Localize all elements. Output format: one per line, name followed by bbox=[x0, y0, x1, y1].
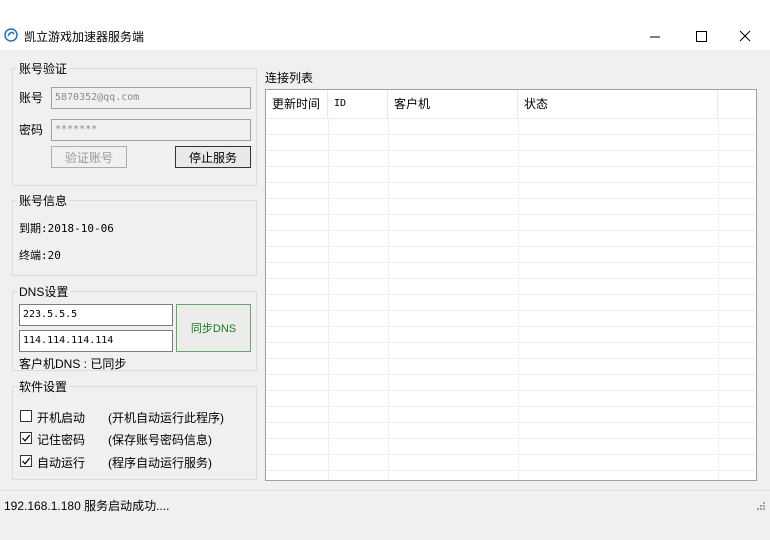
autostart-checkbox[interactable] bbox=[20, 410, 32, 422]
table-row-line bbox=[266, 342, 756, 343]
stop-service-button[interactable]: 停止服务 bbox=[175, 146, 251, 168]
table-row-line bbox=[266, 390, 756, 391]
account-info-legend: 账号信息 bbox=[19, 194, 68, 208]
table-column-line bbox=[328, 118, 329, 480]
table-row-line bbox=[266, 438, 756, 439]
connections-title: 连接列表 bbox=[265, 71, 314, 85]
remember-password-desc: (保存账号密码信息) bbox=[108, 433, 212, 447]
software-settings-legend: 软件设置 bbox=[19, 380, 68, 394]
table-row-line bbox=[266, 278, 756, 279]
table-row-line bbox=[266, 406, 756, 407]
connections-table[interactable]: 更新时间 ID 客户机 状态 bbox=[265, 89, 757, 481]
table-row-line bbox=[266, 230, 756, 231]
app-icon bbox=[4, 28, 18, 42]
table-row-line bbox=[266, 358, 756, 359]
table-row-line bbox=[266, 374, 756, 375]
remember-password-checkbox[interactable] bbox=[20, 432, 32, 444]
dns-secondary-input[interactable]: 114.114.114.114 bbox=[19, 330, 173, 352]
account-label: 账号 bbox=[19, 91, 44, 105]
autorun-checkbox[interactable] bbox=[20, 455, 32, 467]
maximize-button[interactable] bbox=[678, 22, 724, 50]
table-column-line bbox=[718, 118, 719, 480]
resize-grip-icon[interactable] bbox=[756, 501, 766, 511]
checkmark-icon bbox=[22, 457, 31, 465]
table-row-line bbox=[266, 310, 756, 311]
checkmark-icon bbox=[22, 434, 31, 442]
table-row-line bbox=[266, 326, 756, 327]
expiry-text: 到期:2018-10-06 bbox=[19, 222, 114, 235]
table-row-line bbox=[266, 118, 756, 119]
terminals-text: 终端:20 bbox=[19, 249, 61, 262]
autorun-desc: (程序自动运行服务) bbox=[108, 456, 212, 470]
table-row-line bbox=[266, 134, 756, 135]
autostart-label[interactable]: 开机启动 bbox=[37, 409, 85, 426]
table-row-line bbox=[266, 294, 756, 295]
dns-status-text: 客户机DNS : 已同步 bbox=[19, 357, 127, 371]
minimize-icon bbox=[649, 36, 660, 37]
password-label: 密码 bbox=[19, 123, 44, 137]
table-row-line bbox=[266, 246, 756, 247]
column-header-id[interactable]: ID bbox=[328, 90, 388, 118]
sync-dns-button[interactable]: 同步DNS bbox=[176, 304, 251, 352]
title-bar[interactable]: 凯立游戏加速器服务端 bbox=[0, 0, 770, 50]
autostart-desc: (开机自动运行此程序) bbox=[108, 411, 224, 425]
table-row-line bbox=[266, 166, 756, 167]
account-verify-legend: 账号验证 bbox=[19, 62, 68, 76]
verify-account-button[interactable]: 验证账号 bbox=[51, 146, 127, 168]
column-header-status[interactable]: 状态 bbox=[518, 90, 718, 118]
close-button[interactable] bbox=[722, 22, 768, 50]
table-row-line bbox=[266, 198, 756, 199]
column-header-client[interactable]: 客户机 bbox=[388, 90, 518, 118]
status-bar: 192.168.1.180 服务启动成功.... bbox=[0, 490, 770, 540]
dns-legend: DNS设置 bbox=[19, 285, 69, 299]
window-title: 凯立游戏加速器服务端 bbox=[24, 30, 145, 44]
minimize-button[interactable] bbox=[632, 22, 678, 50]
table-row-line bbox=[266, 262, 756, 263]
dns-primary-input[interactable]: 223.5.5.5 bbox=[19, 304, 173, 326]
password-input[interactable]: ******* bbox=[51, 119, 251, 141]
table-column-line bbox=[518, 118, 519, 480]
autorun-label[interactable]: 自动运行 bbox=[37, 454, 85, 471]
close-icon bbox=[739, 30, 751, 42]
table-row-line bbox=[266, 422, 756, 423]
table-row-line bbox=[266, 470, 756, 471]
status-text: 192.168.1.180 服务启动成功.... bbox=[4, 499, 170, 513]
table-row-line bbox=[266, 214, 756, 215]
table-row-line bbox=[266, 150, 756, 151]
table-column-line bbox=[388, 118, 389, 480]
column-header-update-time[interactable]: 更新时间 bbox=[266, 90, 328, 118]
table-row-line bbox=[266, 182, 756, 183]
table-row-line bbox=[266, 454, 756, 455]
remember-password-label[interactable]: 记住密码 bbox=[37, 431, 85, 448]
account-input[interactable]: 5870352@qq.com bbox=[51, 87, 251, 109]
maximize-icon bbox=[695, 30, 707, 42]
